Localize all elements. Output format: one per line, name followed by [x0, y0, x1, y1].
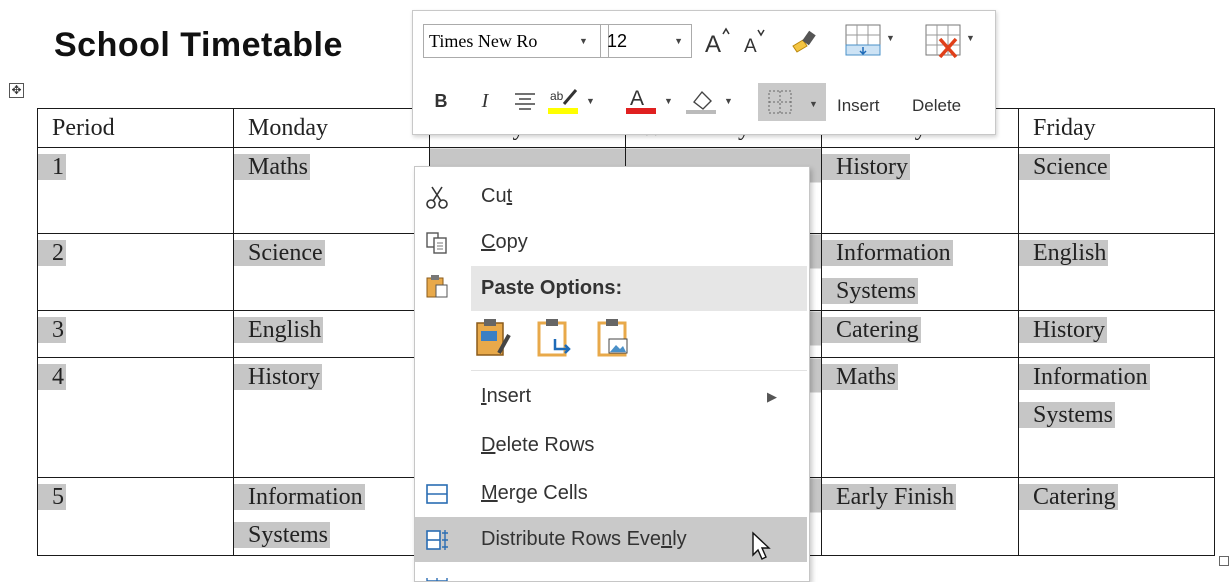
- table-cell[interactable]: 3: [37, 310, 234, 358]
- menu-item-copy[interactable]: Copy: [415, 220, 807, 265]
- svg-text:▼: ▼: [724, 96, 733, 106]
- font-size-value: 12: [607, 30, 628, 51]
- menu-item-label: Delete Rows: [481, 434, 595, 456]
- table-cell[interactable]: 2: [37, 233, 234, 311]
- shading-color-icon[interactable]: ▼: [683, 83, 737, 119]
- font-size-combobox[interactable]: 12 ▼: [600, 24, 692, 58]
- svg-text:A: A: [630, 87, 644, 110]
- bold-button[interactable]: B: [429, 85, 453, 117]
- font-name-combobox[interactable]: Times New Ro ▼: [423, 24, 609, 58]
- menu-separator: [471, 370, 807, 371]
- svg-text:▼: ▼: [809, 99, 818, 109]
- table-cell[interactable]: Early Finish: [821, 477, 1019, 556]
- paste-picture-icon[interactable]: [595, 317, 635, 361]
- font-color-icon[interactable]: A ▼: [623, 83, 677, 119]
- shrink-font-icon[interactable]: A: [739, 25, 769, 57]
- table-cell[interactable]: History: [1018, 310, 1215, 358]
- distribute-columns-icon: [424, 575, 450, 581]
- table-cell[interactable]: 1: [37, 147, 234, 234]
- table-cell[interactable]: English: [1018, 233, 1215, 311]
- table-cell[interactable]: 4: [37, 357, 234, 478]
- table-cell[interactable]: English: [233, 310, 430, 358]
- menu-item-label: Distribute Rows Evenly: [481, 528, 687, 550]
- header-cell-period[interactable]: Period: [37, 108, 234, 148]
- menu-item-distribute-columns-evenly[interactable]: [415, 565, 807, 581]
- insert-label: Insert: [837, 96, 880, 115]
- header-cell-friday[interactable]: Friday: [1018, 108, 1215, 148]
- chevron-right-icon: ▶: [767, 388, 777, 404]
- merge-cells-icon: [424, 481, 450, 507]
- svg-text:A: A: [705, 31, 721, 56]
- menu-item-cut[interactable]: Cut: [415, 174, 807, 219]
- paste-options-label: Paste Options:: [481, 277, 623, 299]
- menu-item-insert[interactable]: Insert ▶: [415, 374, 807, 419]
- svg-text:▼: ▼: [586, 96, 595, 106]
- menu-item-label: Cut: [481, 185, 513, 207]
- delete-table-icon[interactable]: ▼: [917, 19, 989, 63]
- distribute-rows-icon: [424, 527, 450, 553]
- context-menu: Cut Copy Paste Options: Insert ▶ Delete …: [414, 166, 810, 582]
- mini-toolbar: Times New Ro ▼ 12 ▼ A A ▼ ▼ B I ab ▼ A ▼ ▼…: [412, 10, 996, 135]
- table-cell[interactable]: History: [821, 147, 1019, 234]
- copy-icon: [424, 230, 450, 256]
- menu-item-merge-cells[interactable]: Merge Cells: [415, 471, 807, 516]
- center-align-icon[interactable]: [511, 87, 539, 115]
- menu-item-label: Copy: [481, 231, 528, 253]
- svg-text:▼: ▼: [664, 96, 673, 106]
- borders-icon[interactable]: ▼: [758, 83, 826, 121]
- menu-item-delete-rows[interactable]: Delete Rows: [415, 423, 807, 468]
- mouse-cursor-icon: [751, 531, 773, 561]
- table-cell[interactable]: Catering: [1018, 477, 1215, 556]
- font-name-value: Times New Ro: [429, 30, 538, 51]
- table-resize-handle[interactable]: [1219, 556, 1229, 566]
- grow-font-icon[interactable]: A: [702, 25, 732, 57]
- table-cell[interactable]: Information Systems: [1018, 357, 1215, 478]
- svg-text:▼: ▼: [886, 33, 895, 43]
- format-painter-icon[interactable]: [786, 25, 826, 57]
- paste-merge-formatting-icon[interactable]: [535, 317, 575, 361]
- table-cell[interactable]: Information Systems: [821, 233, 1019, 311]
- paste-keep-source-formatting-icon[interactable]: [473, 317, 513, 361]
- highlight-color-icon[interactable]: ab ▼: [545, 83, 599, 119]
- svg-text:ab: ab: [550, 89, 564, 103]
- table-cell[interactable]: Science: [233, 233, 430, 311]
- italic-button[interactable]: I: [473, 85, 497, 117]
- header-cell-monday[interactable]: Monday: [233, 108, 430, 148]
- chevron-down-icon[interactable]: ▼: [579, 36, 588, 46]
- table-move-handle-icon[interactable]: ✥: [9, 83, 24, 98]
- paste-icon: [424, 273, 450, 299]
- table-cell[interactable]: Maths: [821, 357, 1019, 478]
- insert-table-icon[interactable]: ▼: [837, 19, 909, 63]
- table-cell[interactable]: Maths: [233, 147, 430, 234]
- svg-text:A: A: [744, 36, 757, 56]
- chevron-down-icon[interactable]: ▼: [674, 36, 683, 46]
- menu-item-distribute-rows-evenly[interactable]: Distribute Rows Evenly: [415, 517, 807, 562]
- table-cell[interactable]: 5: [37, 477, 234, 556]
- table-cell[interactable]: Information Systems: [233, 477, 430, 556]
- scissors-icon: [424, 184, 450, 210]
- svg-text:▼: ▼: [966, 33, 975, 43]
- table-cell[interactable]: History: [233, 357, 430, 478]
- document-title: School Timetable: [54, 26, 343, 64]
- paste-options-header: Paste Options:: [471, 266, 807, 311]
- delete-label: Delete: [912, 96, 962, 115]
- table-cell[interactable]: Catering: [821, 310, 1019, 358]
- menu-item-label: Merge Cells: [481, 482, 588, 504]
- table-cell[interactable]: Science: [1018, 147, 1215, 234]
- menu-item-label: Insert: [481, 385, 532, 407]
